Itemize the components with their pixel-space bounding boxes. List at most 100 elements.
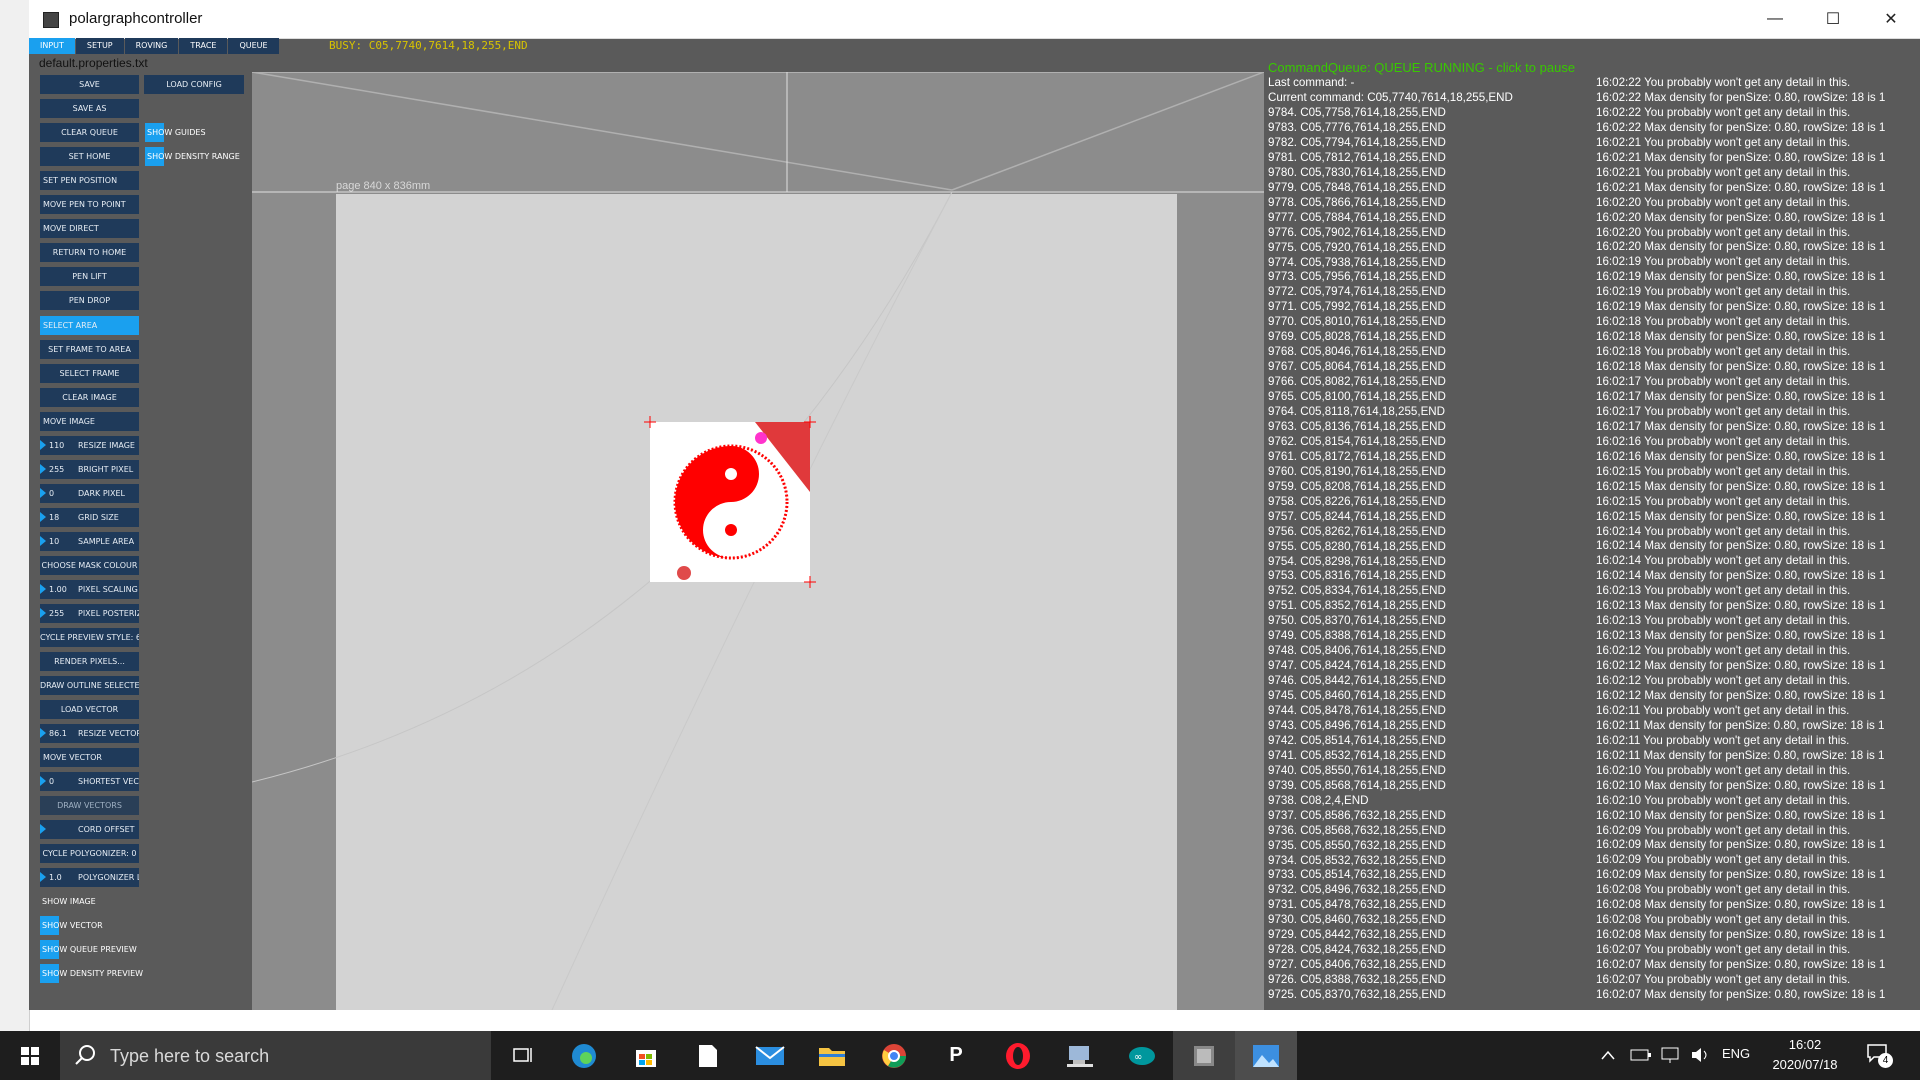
close-button[interactable]: ✕ bbox=[1862, 0, 1920, 38]
resize-image-stepper[interactable]: 110 RESIZE IMAGE bbox=[40, 436, 139, 455]
console-message: 16:02:20 Max density for penSize: 0.80, … bbox=[1596, 210, 1886, 224]
console-message: 16:02:15 You probably won't get any deta… bbox=[1596, 494, 1851, 508]
stepper-label: DARK PIXEL bbox=[78, 489, 126, 498]
system-clock[interactable]: 16:02 2020/07/18 bbox=[1770, 1035, 1840, 1075]
tab-setup[interactable]: SETUP bbox=[75, 38, 124, 54]
stepper-label: POLYGONIZER LENGTH bbox=[78, 873, 139, 882]
set-frame-to-area-button[interactable]: SET FRAME TO AREA bbox=[40, 340, 139, 359]
network-app-taskbar-button[interactable] bbox=[1049, 1031, 1111, 1080]
grid-size-stepper[interactable]: 18 GRID SIZE bbox=[40, 508, 139, 527]
arduino-taskbar-button[interactable]: ∞ bbox=[1111, 1031, 1173, 1080]
return-to-home-button[interactable]: RETURN TO HOME bbox=[40, 243, 139, 262]
draw-vectors-button[interactable]: DRAW VECTORS bbox=[40, 796, 139, 815]
queue-item: 9734. C05,8532,7632,18,255,END bbox=[1268, 853, 1446, 867]
tab-roving[interactable]: ROVING bbox=[124, 38, 179, 54]
cycle-polygonizer-button[interactable]: CYCLE POLYGONIZER: 0 bbox=[40, 844, 139, 863]
stepper-label: BRIGHT PIXEL bbox=[78, 465, 134, 474]
show-queue-preview-toggle[interactable]: SHOW QUEUE PREVIEW bbox=[40, 940, 137, 959]
console-message: 16:02:19 You probably won't get any deta… bbox=[1596, 285, 1851, 299]
tab-input[interactable]: INPUT bbox=[29, 38, 75, 54]
queue-item: 9733. C05,8514,7632,18,255,END bbox=[1268, 868, 1446, 882]
chevron-up-icon[interactable] bbox=[1600, 1048, 1616, 1062]
queue-item: 9776. C05,7902,7614,18,255,END bbox=[1268, 225, 1446, 239]
queue-item: 9777. C05,7884,7614,18,255,END bbox=[1268, 210, 1446, 224]
shortest-vector-stepper[interactable]: 0 SHORTEST VECTOR bbox=[40, 772, 139, 791]
volume-icon[interactable] bbox=[1690, 1046, 1712, 1064]
edge-taskbar-button[interactable] bbox=[553, 1031, 615, 1080]
console-message: 16:02:14 You probably won't get any deta… bbox=[1596, 524, 1851, 538]
pixel-posterize-stepper[interactable]: 255 PIXEL POSTERIZE bbox=[40, 604, 139, 623]
set-pen-position-button[interactable]: SET PEN POSITION bbox=[40, 171, 139, 190]
select-frame-button[interactable]: SELECT FRAME bbox=[40, 364, 139, 383]
resize-vector-stepper[interactable]: 86.1 RESIZE VECTOR bbox=[40, 724, 139, 743]
start-button[interactable] bbox=[0, 1031, 60, 1080]
stepper-arrow-icon bbox=[40, 440, 46, 450]
stepper-arrow-icon bbox=[40, 464, 46, 474]
console-message: 16:02:10 You probably won't get any deta… bbox=[1596, 793, 1851, 807]
move-image-button[interactable]: MOVE IMAGE bbox=[40, 412, 139, 431]
show-vector-toggle[interactable]: SHOW VECTOR bbox=[40, 916, 103, 935]
move-pen-to-point-button[interactable]: MOVE PEN TO POINT bbox=[40, 195, 139, 214]
cord-offset-stepper[interactable]: CORD OFFSET bbox=[40, 820, 139, 839]
store-taskbar-button[interactable] bbox=[615, 1031, 677, 1080]
battery-icon[interactable] bbox=[1630, 1048, 1652, 1062]
taskbar-search-box[interactable]: Type here to search bbox=[60, 1031, 491, 1080]
maximize-button[interactable]: ☐ bbox=[1804, 0, 1862, 38]
photos-taskbar-button[interactable] bbox=[1235, 1031, 1297, 1080]
task-view-button[interactable] bbox=[491, 1031, 553, 1080]
queue-item: 9766. C05,8082,7614,18,255,END bbox=[1268, 375, 1446, 389]
tab-queue[interactable]: QUEUE bbox=[228, 38, 279, 54]
save-button[interactable]: SAVE bbox=[40, 75, 139, 94]
stepper-value: 86.1 bbox=[49, 729, 67, 738]
mail-taskbar-button[interactable] bbox=[739, 1031, 801, 1080]
console-message: 16:02:13 Max density for penSize: 0.80, … bbox=[1596, 599, 1886, 613]
minimize-icon: — bbox=[1767, 10, 1783, 27]
show-density-range-toggle[interactable]: SHOW DENSITY RANGE bbox=[145, 147, 240, 166]
load-vector-button[interactable]: LOAD VECTOR bbox=[40, 700, 139, 719]
language-indicator[interactable]: ENG bbox=[1722, 1046, 1750, 1061]
sample-area-stepper[interactable]: 10 SAMPLE AREA bbox=[40, 532, 139, 551]
polygonizer-length-stepper[interactable]: 1.0 POLYGONIZER LENGTH bbox=[40, 868, 139, 887]
minimize-button[interactable]: — bbox=[1746, 0, 1804, 38]
chrome-taskbar-button[interactable] bbox=[863, 1031, 925, 1080]
polargraph-taskbar-button[interactable] bbox=[1173, 1031, 1235, 1080]
queue-item: 9729. C05,8442,7632,18,255,END bbox=[1268, 928, 1446, 942]
queue-item: 9782. C05,7794,7614,18,255,END bbox=[1268, 135, 1446, 149]
notepad-taskbar-button[interactable] bbox=[677, 1031, 739, 1080]
move-direct-button[interactable]: MOVE DIRECT bbox=[40, 219, 139, 238]
tab-trace[interactable]: TRACE bbox=[179, 38, 228, 54]
clear-queue-button[interactable]: CLEAR QUEUE bbox=[40, 123, 139, 142]
show-guides-toggle[interactable]: SHOW GUIDES bbox=[145, 123, 206, 142]
cycle-preview-style-button[interactable]: CYCLE PREVIEW STYLE: 6 bbox=[40, 628, 139, 647]
pen-lift-button[interactable]: PEN LIFT bbox=[40, 267, 139, 286]
draw-outline-selected-button[interactable]: DRAW OUTLINE SELECTED bbox=[40, 676, 139, 695]
show-image-toggle[interactable]: SHOW IMAGE bbox=[40, 892, 96, 911]
stepper-value: 255 bbox=[49, 465, 65, 474]
bright-pixel-stepper[interactable]: 255 BRIGHT PIXEL bbox=[40, 460, 139, 479]
move-vector-button[interactable]: MOVE VECTOR bbox=[40, 748, 139, 767]
set-home-button[interactable]: SET HOME bbox=[40, 147, 139, 166]
network-icon[interactable] bbox=[1660, 1046, 1682, 1064]
queue-item: 9768. C05,8046,7614,18,255,END bbox=[1268, 345, 1446, 359]
dark-pixel-stepper[interactable]: 0 DARK PIXEL bbox=[40, 484, 139, 503]
load-config-button[interactable]: LOAD CONFIG bbox=[144, 75, 244, 94]
opera-taskbar-button[interactable] bbox=[987, 1031, 1049, 1080]
chrome-icon bbox=[882, 1043, 906, 1068]
pen-drop-button[interactable]: PEN DROP bbox=[40, 291, 139, 310]
clear-image-button[interactable]: CLEAR IMAGE bbox=[40, 388, 139, 407]
queue-status-toggle[interactable]: CommandQueue: QUEUE RUNNING - click to p… bbox=[1268, 60, 1575, 75]
save-as-button[interactable]: SAVE AS bbox=[40, 99, 139, 118]
choose-mask-colour-button[interactable]: CHOOSE MASK COLOUR bbox=[40, 556, 139, 575]
render-pixels-button[interactable]: RENDER PIXELS... bbox=[40, 652, 139, 671]
show-density-preview-toggle[interactable]: SHOW DENSITY PREVIEW bbox=[40, 964, 143, 983]
queue-item: 9738. C08,2,4,END bbox=[1268, 793, 1369, 807]
current-command: Current command: C05,7740,7614,18,255,EN… bbox=[1268, 91, 1513, 104]
action-center-button[interactable]: 4 bbox=[1866, 1043, 1896, 1069]
queue-item: 9750. C05,8370,7614,18,255,END bbox=[1268, 614, 1446, 628]
select-area-button[interactable]: SELECT AREA bbox=[40, 316, 139, 335]
title-bar[interactable]: polargraphcontroller — ☐ ✕ bbox=[29, 0, 1920, 39]
explorer-taskbar-button[interactable] bbox=[801, 1031, 863, 1080]
p-app-taskbar-button[interactable]: P bbox=[925, 1031, 987, 1080]
pixel-scaling-stepper[interactable]: 1.00 PIXEL SCALING bbox=[40, 580, 139, 599]
drawing-canvas[interactable]: page 840 x 836mm bbox=[252, 72, 1264, 1010]
